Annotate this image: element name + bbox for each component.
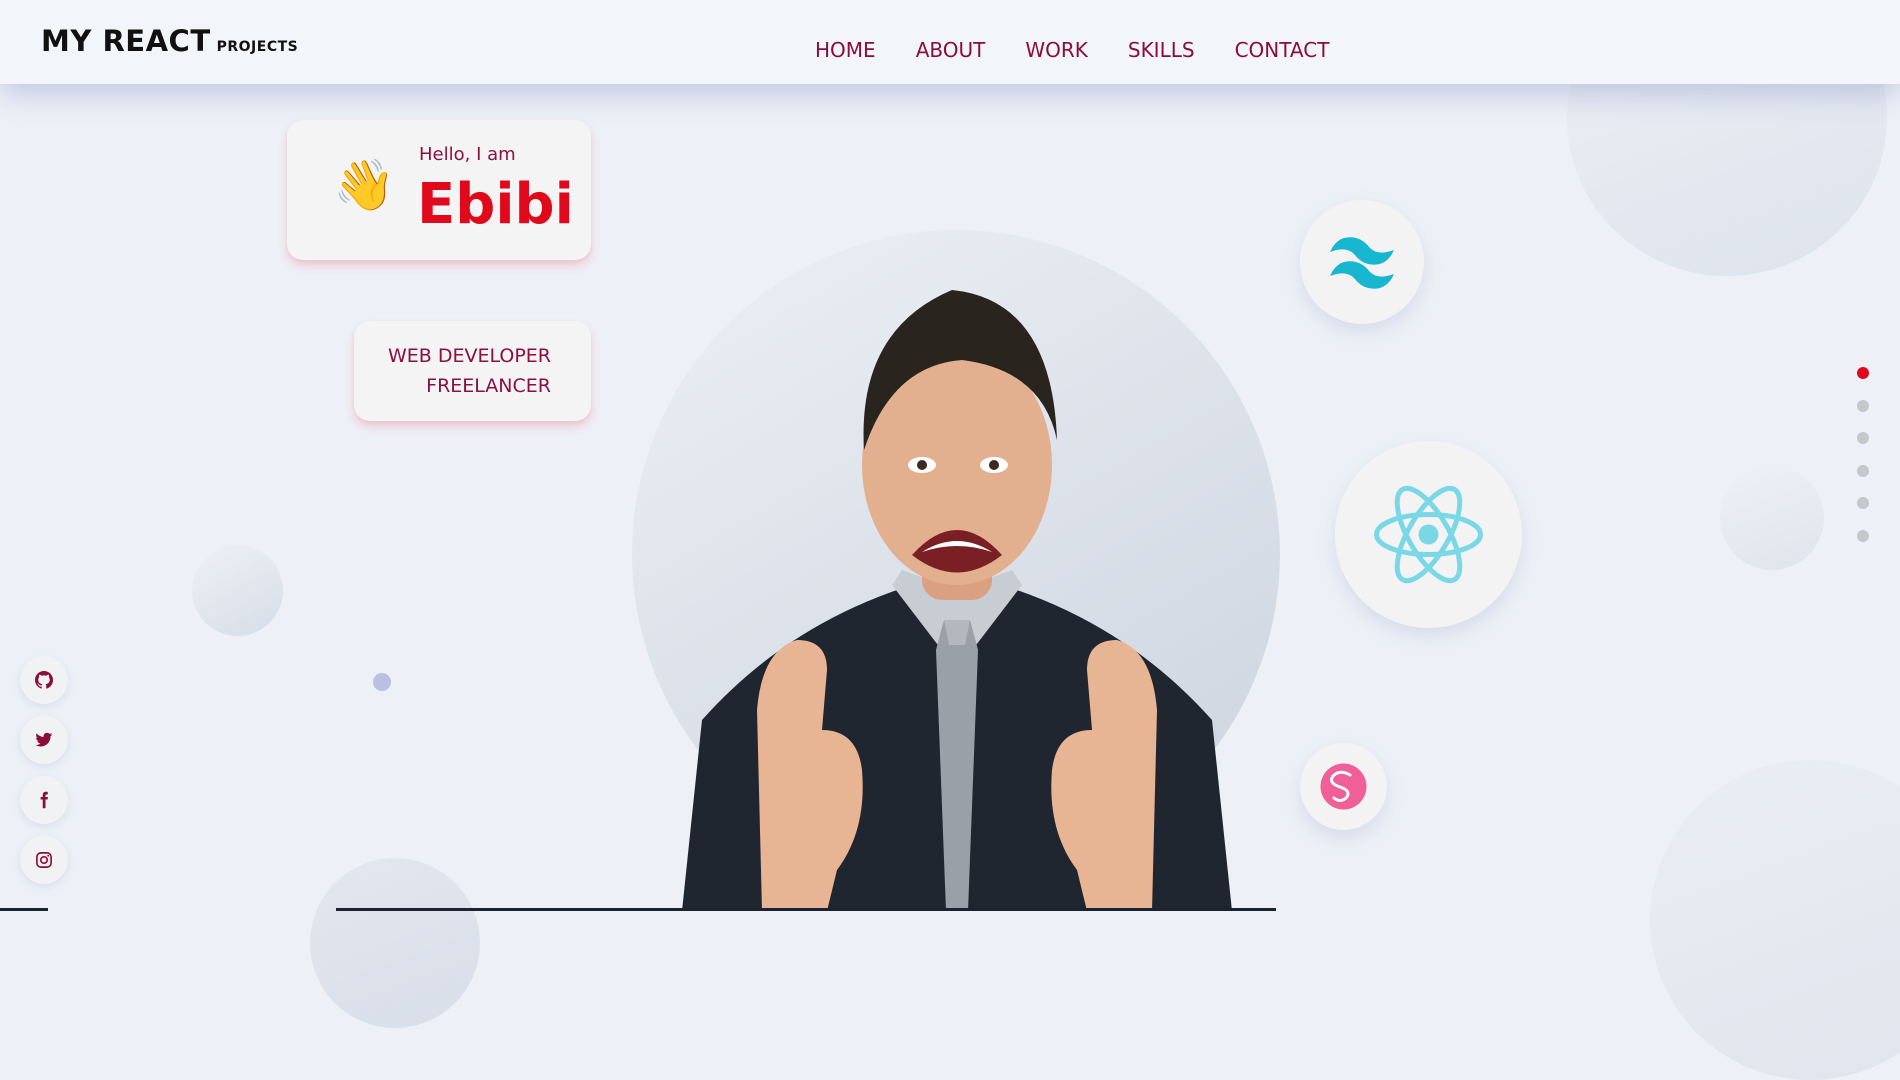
decorative-dot [373, 673, 391, 691]
facebook-icon [40, 791, 48, 809]
navbar: MY REACT PROJECTS HOME ABOUT WORK SKILLS … [0, 0, 1900, 84]
section-dot-3[interactable] [1857, 432, 1869, 444]
decorative-circle [192, 545, 283, 636]
decorative-circle [1650, 760, 1900, 1080]
decorative-circle [1720, 466, 1824, 570]
nav-home[interactable]: HOME [815, 38, 876, 62]
section-dot-6[interactable] [1857, 529, 1869, 542]
nav-skills[interactable]: SKILLS [1128, 38, 1195, 62]
nav-contact[interactable]: CONTACT [1235, 38, 1330, 62]
role-freelancer: FREELANCER [426, 375, 551, 397]
waving-hand-icon: 👋 [333, 156, 396, 214]
instagram-link[interactable] [20, 836, 68, 884]
tailwind-badge [1300, 200, 1424, 324]
sass-badge [1300, 743, 1387, 830]
sass-icon [1320, 763, 1367, 810]
role-card: WEB DEVELOPER FREELANCER [354, 321, 591, 421]
tailwind-icon [1330, 237, 1394, 289]
main-nav: HOME ABOUT WORK SKILLS CONTACT [815, 38, 1329, 62]
nav-work[interactable]: WORK [1025, 38, 1088, 62]
twitter-icon [35, 732, 53, 747]
greeting-text: Hello, I am [419, 144, 516, 165]
role-web-developer: WEB DEVELOPER [387, 345, 551, 367]
decorative-circle [310, 858, 480, 1028]
react-icon [1374, 485, 1483, 584]
hero-portrait-image [682, 290, 1232, 911]
section-dot-2[interactable] [1857, 399, 1869, 412]
hero-name: Ebibi [417, 172, 574, 237]
nav-about[interactable]: ABOUT [916, 38, 986, 62]
brand-title: MY REACT [41, 24, 211, 58]
github-link[interactable] [20, 656, 68, 704]
twitter-link[interactable] [20, 716, 68, 764]
section-dot-1[interactable] [1857, 367, 1869, 379]
github-icon [35, 671, 53, 689]
section-dot-4[interactable] [1857, 464, 1869, 477]
react-badge [1335, 441, 1522, 628]
greeting-card: 👋 Hello, I am Ebibi [287, 120, 591, 260]
brand-subtitle: PROJECTS [216, 39, 299, 55]
facebook-link[interactable] [20, 776, 68, 824]
instagram-icon [36, 852, 52, 868]
brand-logo[interactable]: MY REACT PROJECTS [41, 24, 298, 58]
section-indicator [1857, 367, 1869, 562]
section-dot-5[interactable] [1857, 497, 1869, 509]
